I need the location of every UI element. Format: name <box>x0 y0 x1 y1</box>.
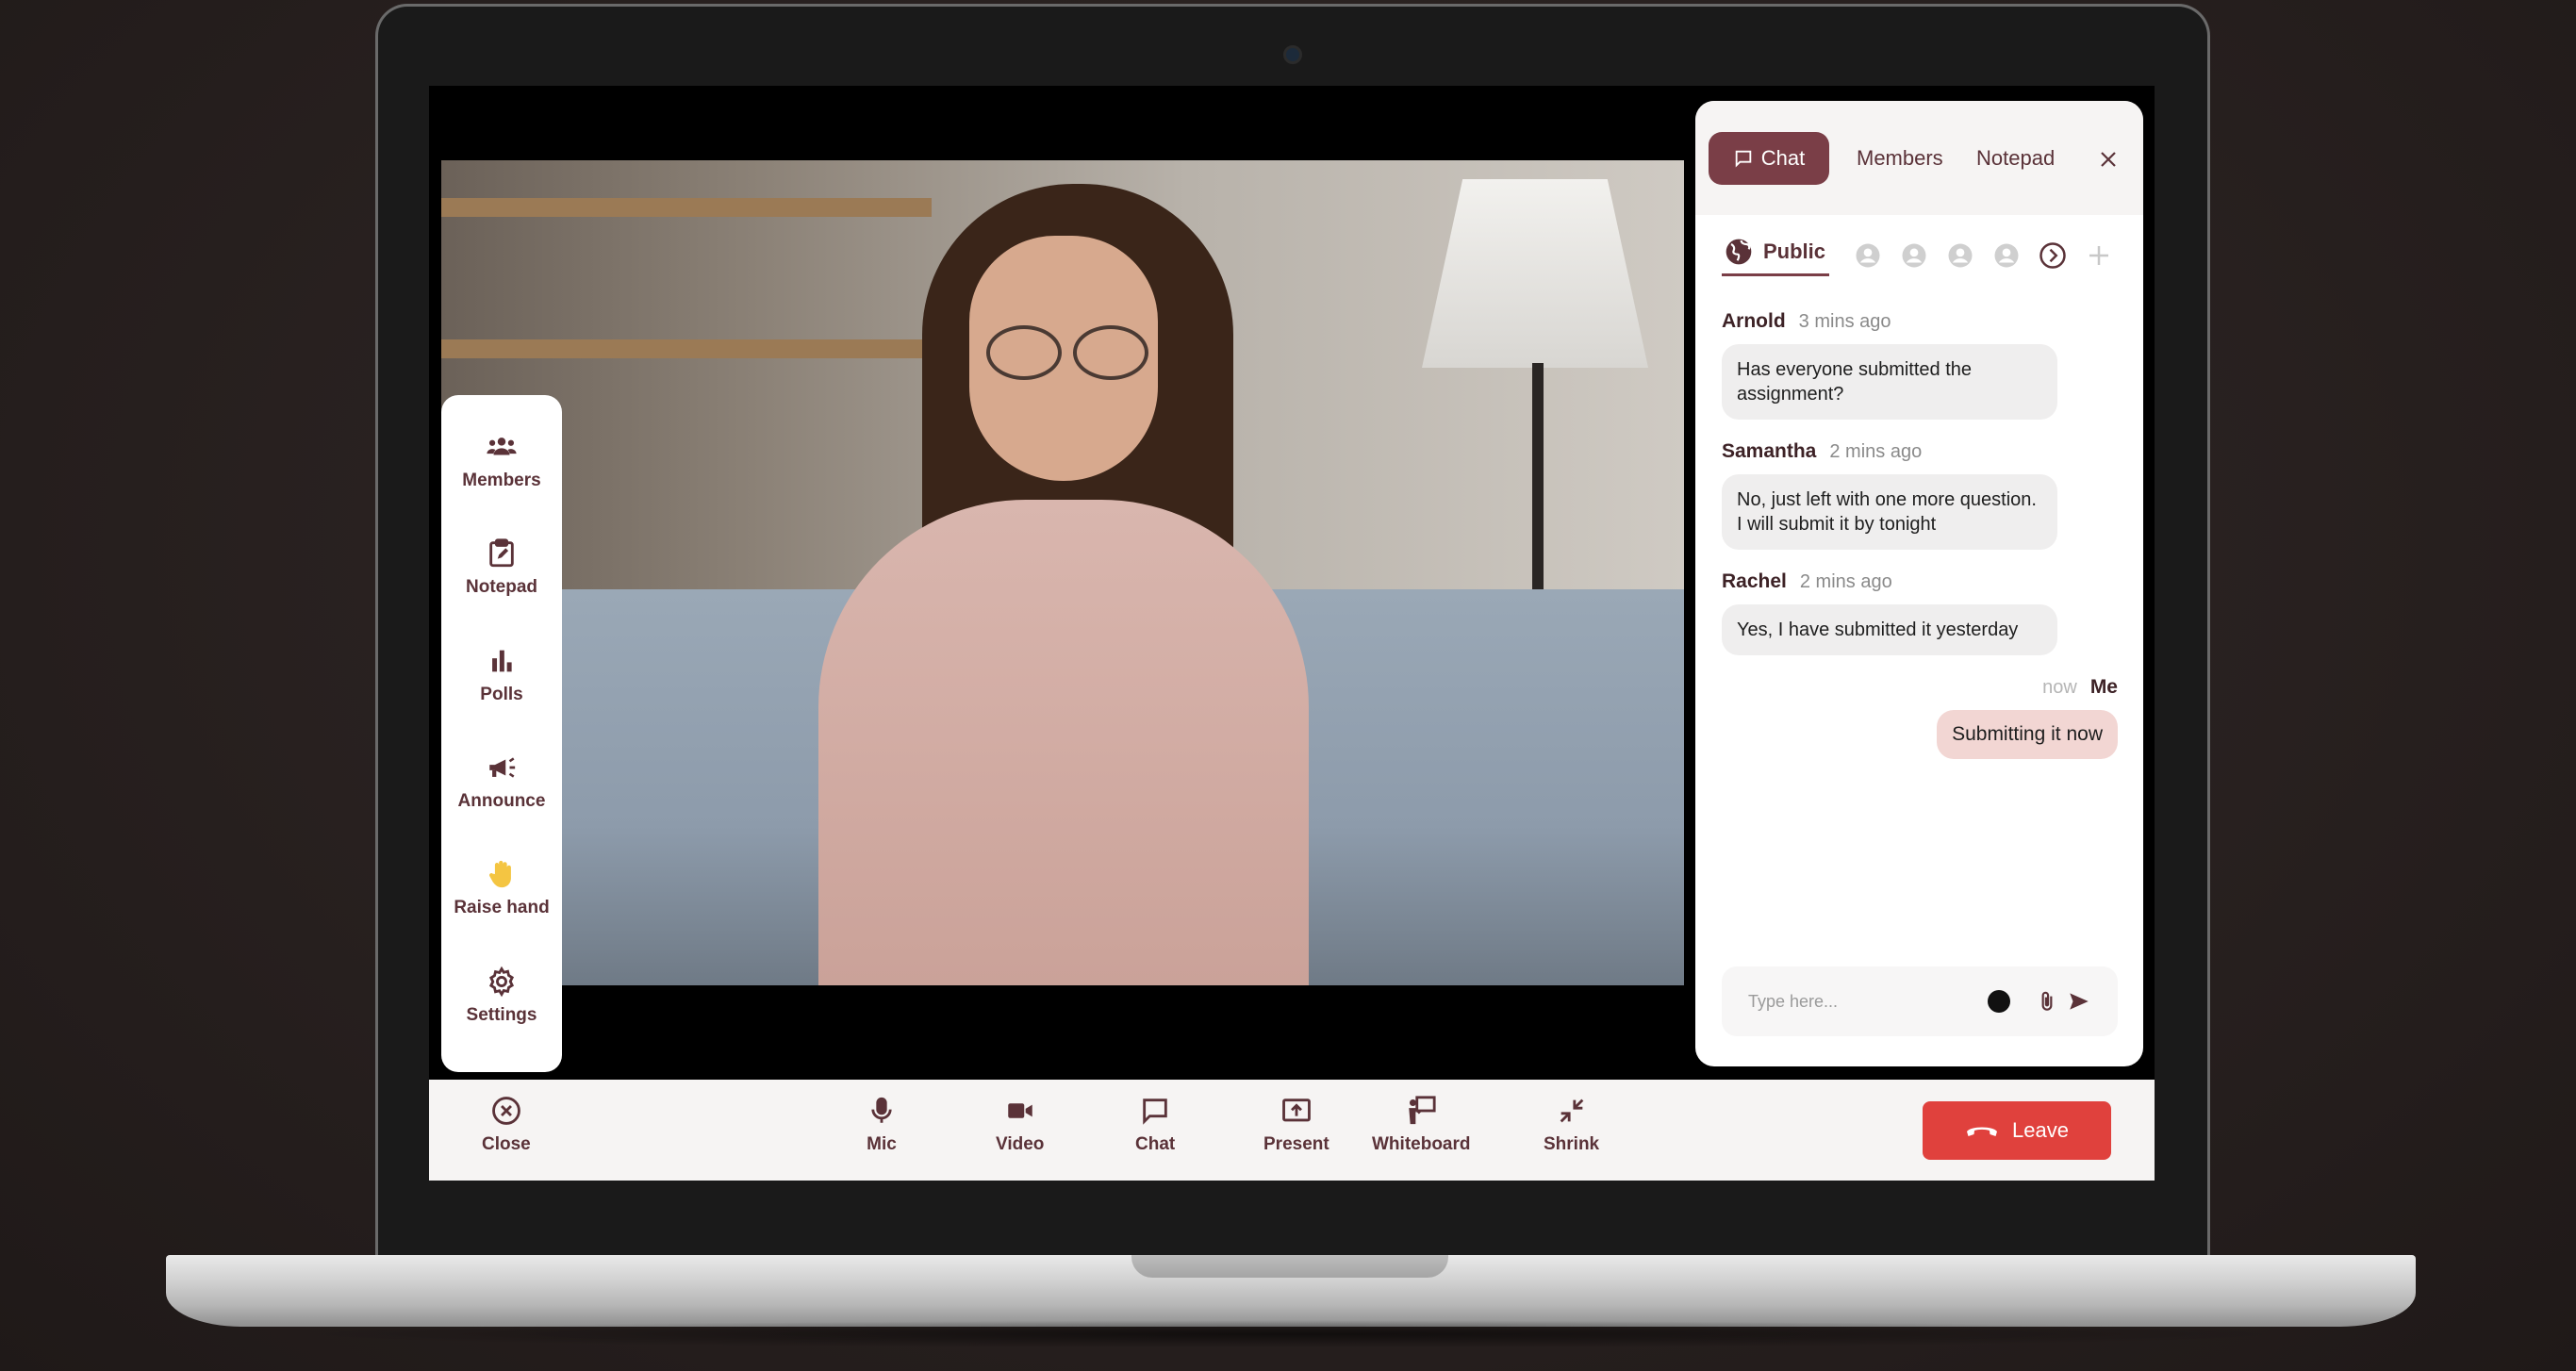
my-message-bubble: Submitting it now <box>1937 710 2118 759</box>
meeting-controls-bar: Close Mic Video Chat Present Whiteboard … <box>429 1080 2155 1181</box>
my-message-item: now Me Submitting it now <box>1722 676 2118 759</box>
chat-button[interactable]: Chat <box>1135 1095 1175 1170</box>
globe-icon <box>1726 239 1752 264</box>
add-icon[interactable] <box>2085 241 2113 270</box>
notepad-icon <box>489 538 514 568</box>
participant-video <box>441 160 1684 985</box>
message-item: Samantha 2 mins ago No, just left with o… <box>1722 440 2118 550</box>
whiteboard-button[interactable]: Whiteboard <box>1372 1095 1471 1170</box>
video-button[interactable]: Video <box>996 1095 1044 1170</box>
close-circle-icon <box>492 1097 520 1125</box>
side-toolbar: Members Notepad Polls Announce Raise han… <box>441 395 562 1072</box>
mic-label: Mic <box>867 1134 897 1154</box>
close-button[interactable]: Close <box>482 1095 531 1170</box>
message-time: now <box>2042 677 2077 698</box>
hang-up-icon <box>1967 1127 1998 1136</box>
message-bubble: Has everyone submitted the assignment? <box>1722 344 2057 420</box>
user-avatar-icon[interactable] <box>1854 241 1882 270</box>
message-input[interactable] <box>1748 991 1988 1012</box>
members-icon <box>487 438 517 455</box>
toolbar-notepad-button[interactable]: Notepad <box>450 537 553 644</box>
message-sender: Arnold <box>1722 310 1786 332</box>
hand-icon <box>489 861 511 888</box>
message-sender: Samantha <box>1722 440 1817 462</box>
meeting-screen: Members Notepad Polls Announce Raise han… <box>429 86 2155 1181</box>
laptop-notch <box>1131 1255 1448 1278</box>
public-recipient-tab[interactable]: Public <box>1722 235 1830 276</box>
chat-panel-header: Chat Members Notepad <box>1695 101 2143 215</box>
toolbar-raise-hand-button[interactable]: Raise hand <box>450 858 553 965</box>
leave-label: Leave <box>2012 1118 2069 1142</box>
message-sender: Me <box>2089 676 2118 698</box>
present-label: Present <box>1263 1134 1329 1154</box>
present-icon <box>1281 1098 1311 1122</box>
shrink-icon <box>1560 1098 1583 1123</box>
message-time: 2 mins ago <box>1799 571 1892 592</box>
send-icon[interactable] <box>2067 989 2091 1014</box>
tab-chat[interactable]: Chat <box>1709 132 1829 185</box>
chat-icon <box>1143 1098 1167 1125</box>
user-avatar-icon[interactable] <box>1946 241 1974 270</box>
laptop-shadow <box>283 1320 2301 1348</box>
toolbar-polls-label: Polls <box>480 684 523 704</box>
toolbar-raise-hand-label: Raise hand <box>454 898 550 918</box>
whiteboard-label: Whiteboard <box>1372 1134 1471 1154</box>
emoji-picker-icon[interactable] <box>1988 990 2010 1013</box>
toolbar-announce-button[interactable]: Announce <box>450 752 553 858</box>
tab-members[interactable]: Members <box>1857 132 1943 185</box>
message-bubble: No, just left with one more question. I … <box>1722 474 2057 550</box>
toolbar-notepad-label: Notepad <box>466 577 537 598</box>
toolbar-members-label: Members <box>462 471 541 490</box>
chat-label: Chat <box>1135 1134 1176 1154</box>
gear-icon <box>488 966 515 997</box>
polls-icon <box>492 650 512 671</box>
megaphone-icon <box>489 757 516 778</box>
mic-icon <box>871 1097 892 1123</box>
user-avatar-icon[interactable] <box>1900 241 1928 270</box>
shrink-label: Shrink <box>1544 1134 1600 1154</box>
toolbar-announce-label: Announce <box>457 790 546 811</box>
chat-panel: Chat Members Notepad Public Arnold 3 min… <box>1695 101 2143 1066</box>
chevron-right-circle-icon[interactable] <box>2039 241 2067 270</box>
present-button[interactable]: Present <box>1263 1095 1329 1170</box>
tab-notepad[interactable]: Notepad <box>1976 132 2055 185</box>
video-camera-icon <box>1007 1103 1032 1118</box>
toolbar-members-button[interactable]: Members <box>450 431 553 537</box>
toolbar-settings-label: Settings <box>466 1004 537 1025</box>
message-composer <box>1722 966 2118 1036</box>
mic-button[interactable]: Mic <box>866 1095 898 1170</box>
close-label: Close <box>482 1134 531 1154</box>
close-icon[interactable] <box>2097 148 2120 171</box>
chat-bubble-icon <box>1735 150 1751 168</box>
message-item: Rachel 2 mins ago Yes, I have submitted … <box>1722 570 2118 655</box>
message-time: 2 mins ago <box>1829 441 1923 462</box>
recipient-selector: Public <box>1722 233 2118 278</box>
leave-button[interactable]: Leave <box>1923 1101 2111 1160</box>
toolbar-settings-button[interactable]: Settings <box>450 966 553 1072</box>
shrink-button[interactable]: Shrink <box>1544 1095 1599 1170</box>
message-bubble: Yes, I have submitted it yesterday <box>1722 604 2057 655</box>
public-label: Public <box>1763 239 1826 263</box>
video-label: Video <box>996 1134 1045 1154</box>
user-avatar-icon[interactable] <box>1992 241 2021 270</box>
message-time: 3 mins ago <box>1798 311 1891 332</box>
message-item: Arnold 3 mins ago Has everyone submitted… <box>1722 310 2118 420</box>
tab-chat-label: Chat <box>1760 146 1806 170</box>
message-list: Arnold 3 mins ago Has everyone submitted… <box>1722 310 2118 780</box>
whiteboard-icon <box>1409 1096 1436 1125</box>
message-sender: Rachel <box>1722 570 1787 592</box>
toolbar-polls-button[interactable]: Polls <box>450 645 553 752</box>
attachment-icon[interactable] <box>2035 989 2059 1014</box>
webcam <box>1283 45 1302 64</box>
